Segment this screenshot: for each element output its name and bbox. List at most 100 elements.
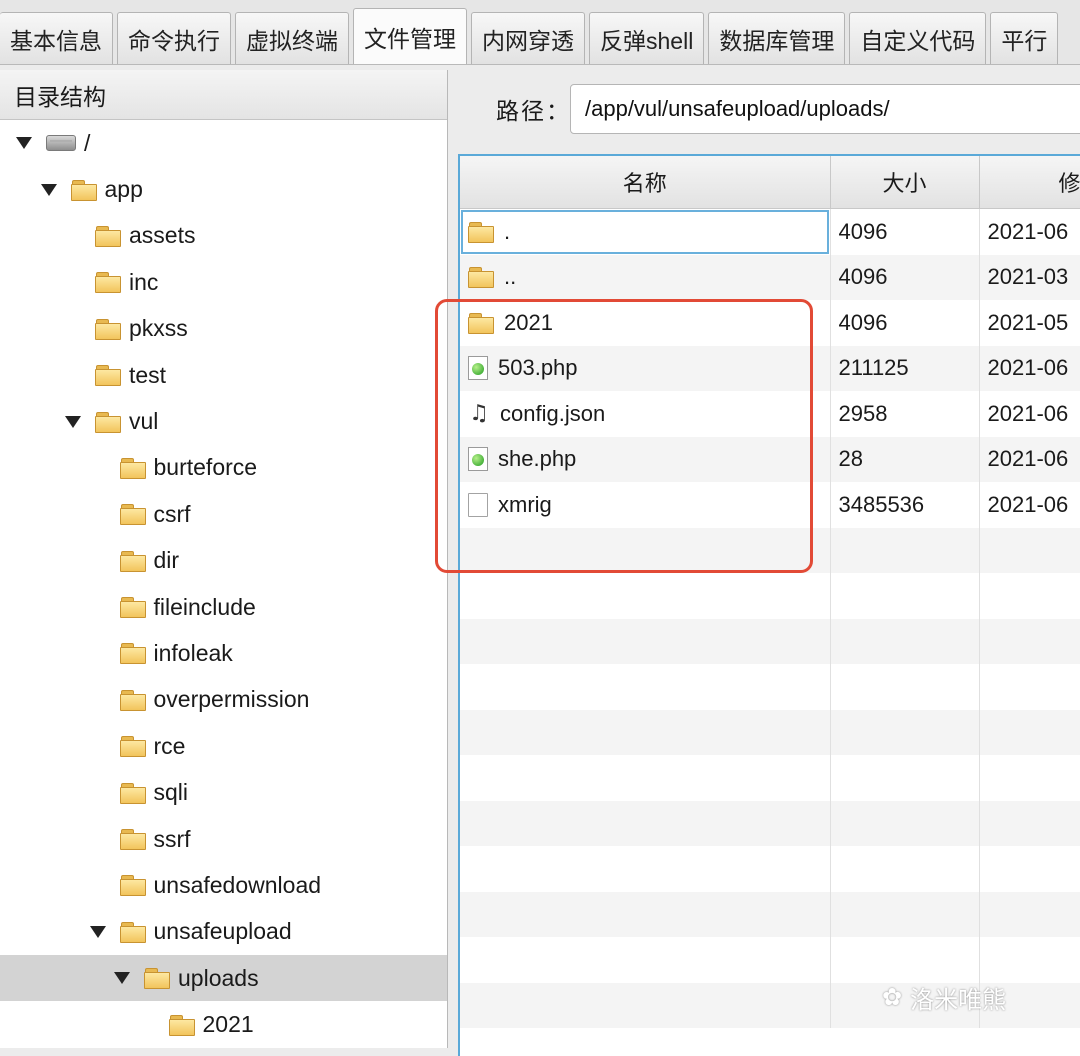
file-row[interactable]: .. 4096 2021-03 [460,254,1080,300]
file-row[interactable]: ♫ config.json 2958 2021-06 [460,391,1080,437]
file-modified-date: 2021-03 [979,254,1080,300]
tree-item-label: pkxss [129,315,188,342]
path-input[interactable]: /app/vul/unsafeupload/uploads/ [570,84,1080,134]
folder-icon [119,829,146,851]
folder-icon [119,504,146,526]
directory-tree: / app assets inc pkxss test vul burteforce csrf d… [0,120,447,1048]
tree-item[interactable]: inc [0,259,447,305]
column-header-size[interactable]: 大小 [830,156,980,209]
tree-item[interactable]: unsafeupload [0,909,447,955]
tree-item[interactable]: test [0,352,447,398]
tree-item-label: app [104,176,143,203]
tree-item-label: / [84,129,91,156]
tree-item-label: unsafeupload [153,918,292,945]
plain-file-icon [468,492,488,517]
file-size: 4096 [830,254,980,300]
file-browser-panel: 路径： /app/vul/unsafeupload/uploads/ 名称 大小… [448,70,1080,1056]
tree-item[interactable]: burteforce [0,445,447,491]
folder-icon [119,643,146,665]
folder-icon [468,221,494,243]
empty-row [460,664,1080,710]
path-label: 路径： [496,98,571,124]
tree-item[interactable]: 2021 [0,1001,447,1047]
tree-item-label: 2021 [202,1011,254,1038]
folder-icon [95,411,121,433]
tree-item[interactable]: / [0,120,447,166]
column-header-name[interactable]: 名称 [460,156,831,209]
tree-item[interactable]: dir [0,538,447,584]
tree-item[interactable]: unsafedownload [0,862,447,908]
folder-icon [468,267,494,289]
empty-row [460,937,1080,983]
file-name: config.json [500,400,606,426]
tab-6[interactable]: 数据库管理 [708,12,846,64]
file-row[interactable]: 503.php 211125 2021-06 [460,345,1080,391]
tab-3[interactable]: 文件管理 [353,8,467,64]
file-modified-date: 2021-05 [979,300,1080,346]
watermark-text: 洛米唯熊 [910,987,1007,1014]
tree-item-label: infoleak [153,639,233,666]
directory-tree-header: 目录结构 [0,70,447,120]
expand-arrow-icon[interactable] [40,183,57,196]
php-file-icon [468,356,488,381]
file-name: . [504,218,511,244]
tab-8[interactable]: 平行 [990,12,1059,64]
tree-item[interactable]: ssrf [0,816,447,862]
directory-tree-panel: 目录结构 / app assets inc pkxss test vul burteforce… [0,70,448,1048]
file-modified-date: 2021-06 [979,208,1080,255]
folder-icon [119,782,146,804]
file-name: she.php [498,446,577,472]
folder-icon [95,365,121,387]
expand-arrow-icon[interactable] [65,415,81,428]
tree-item[interactable]: sqli [0,769,447,815]
tab-7[interactable]: 自定义代码 [849,12,987,64]
tree-item[interactable]: app [0,166,447,212]
file-row[interactable]: xmrig 3485536 2021-06 [460,482,1080,528]
folder-icon [119,736,146,758]
expand-arrow-icon[interactable] [89,925,106,938]
empty-row [460,891,1080,937]
tab-4[interactable]: 内网穿透 [471,12,585,64]
file-modified-date: 2021-06 [979,391,1080,437]
folder-icon [95,318,121,340]
folder-icon [468,312,494,334]
tree-item-label: unsafedownload [153,871,322,898]
tree-item[interactable]: infoleak [0,630,447,676]
tree-item[interactable]: fileinclude [0,584,447,630]
column-header-modified[interactable]: 修 [979,156,1080,209]
tab-5[interactable]: 反弹shell [589,12,705,64]
tree-item[interactable]: pkxss [0,306,447,352]
tab-0[interactable]: 基本信息 [0,12,113,64]
tree-item-label: test [129,361,167,388]
tree-item[interactable]: uploads [0,955,447,1002]
file-row[interactable]: . 4096 2021-06 [460,208,1080,255]
file-name: .. [504,264,517,290]
tab-2[interactable]: 虚拟终端 [235,12,349,64]
file-row[interactable]: 2021 4096 2021-05 [460,300,1080,346]
expand-arrow-icon[interactable] [16,137,32,150]
tab-1[interactable]: 命令执行 [117,12,231,64]
expand-arrow-icon[interactable] [114,972,130,985]
tab-bar: 基本信息 命令执行 虚拟终端 文件管理 内网穿透 反弹shell 数据库管理 自定义代码 平行 [0,0,1080,65]
tree-item[interactable]: assets [0,213,447,259]
file-name: 503.php [498,355,578,381]
drive-icon [46,135,76,152]
tree-item[interactable]: overpermission [0,677,447,723]
file-size: 4096 [830,300,980,346]
tree-item-label: csrf [153,500,191,527]
tree-item-label: sqli [153,779,189,806]
php-file-icon [468,447,488,472]
tree-item-label: fileinclude [153,593,256,620]
tree-item[interactable]: rce [0,723,447,769]
tree-item[interactable]: vul [0,398,447,444]
folder-icon [144,968,170,990]
folder-icon [95,225,121,247]
file-table-header: 名称 大小 修 [460,156,1080,209]
file-modified-date: 2021-06 [979,482,1080,528]
folder-icon [119,457,146,479]
empty-row [460,527,1080,573]
tree-item[interactable]: csrf [0,491,447,537]
tree-item-label: assets [129,222,196,249]
file-row[interactable]: she.php 28 2021-06 [460,436,1080,482]
folder-icon [168,1014,195,1036]
